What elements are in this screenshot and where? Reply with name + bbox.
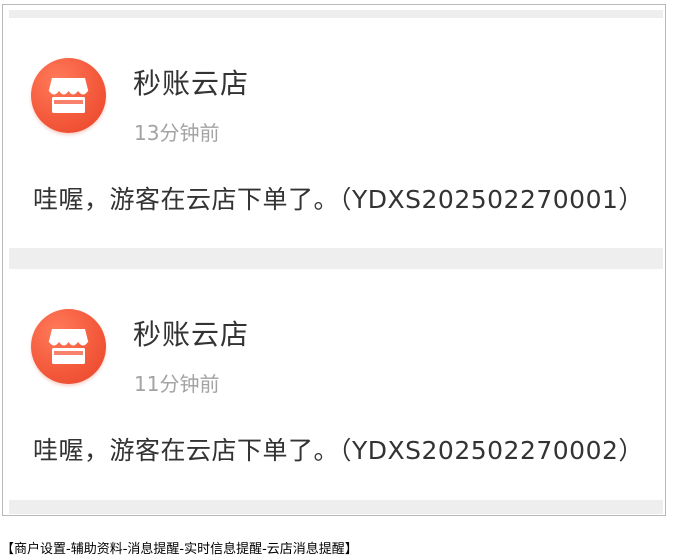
top-separator: [9, 10, 663, 18]
store-avatar: [31, 309, 106, 384]
bottom-separator: [9, 500, 663, 514]
store-icon: [48, 329, 89, 364]
notification-card[interactable]: 秒账云店 11分钟前 哇喔，游客在云店下单了。（YDXS202502270002…: [9, 269, 663, 499]
store-avatar: [31, 58, 106, 133]
notification-message: 哇喔，游客在云店下单了。（YDXS202502270001）: [33, 185, 644, 214]
sender-name: 秒账云店: [133, 67, 250, 100]
store-icon: [48, 78, 89, 113]
card-separator: [9, 248, 663, 269]
time-ago: 13分钟前: [134, 121, 220, 145]
sender-name: 秒账云店: [133, 318, 250, 351]
notification-message: 哇喔，游客在云店下单了。（YDXS202502270002）: [33, 436, 644, 465]
settings-path-caption: 【商户设置-辅助资料-消息提醒-实时信息提醒-云店消息提醒】: [1, 542, 358, 557]
notification-card[interactable]: 秒账云店 13分钟前 哇喔，游客在云店下单了。（YDXS202502270001…: [9, 18, 663, 248]
time-ago: 11分钟前: [134, 372, 220, 396]
notification-panel: 秒账云店 13分钟前 哇喔，游客在云店下单了。（YDXS202502270001…: [2, 4, 666, 516]
